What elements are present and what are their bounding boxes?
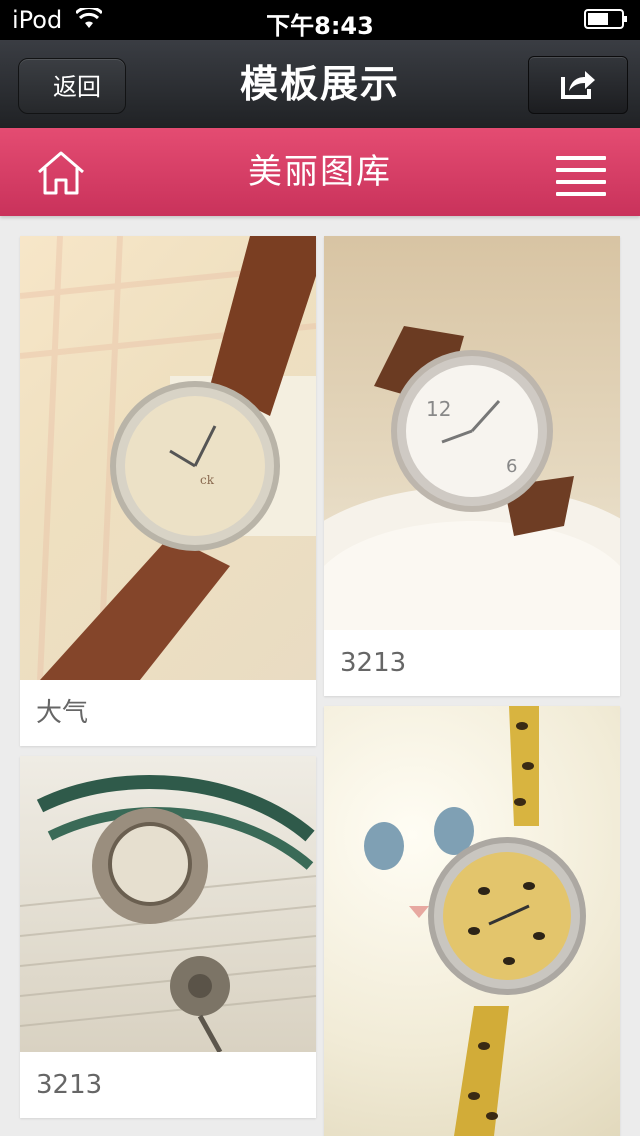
card-caption: 3213 [340, 648, 407, 678]
section-header: 美丽图库 [0, 128, 640, 216]
card-caption: 3213 [36, 1070, 103, 1100]
svg-text:6: 6 [506, 456, 517, 477]
svg-text:ck: ck [200, 473, 215, 487]
section-title: 美丽图库 [248, 152, 392, 192]
navigation-bar: 返回 模板展示 [0, 40, 640, 128]
share-icon [561, 71, 595, 99]
battery-icon [584, 9, 627, 29]
menu-icon[interactable] [556, 156, 606, 196]
leopard-watch-cat-photo [324, 706, 620, 1136]
vintage-flower-watch-photo [20, 756, 316, 1052]
clock: 下午8:43 [266, 12, 374, 40]
status-bar: iPod 下午8:43 [0, 0, 640, 40]
watch-brown-leather-photo: ck [20, 236, 316, 680]
card-caption: 大气 [36, 698, 89, 728]
gallery-card[interactable]: 12 6 3213 [324, 236, 620, 696]
share-button[interactable] [528, 56, 628, 114]
gallery-card[interactable] [324, 706, 620, 1136]
watch-white-dial-photo: 12 6 [324, 236, 620, 630]
gallery-card[interactable]: 3213 [20, 756, 316, 1118]
gallery-card[interactable]: ck 大气 [20, 236, 316, 746]
svg-text:12: 12 [426, 397, 451, 421]
